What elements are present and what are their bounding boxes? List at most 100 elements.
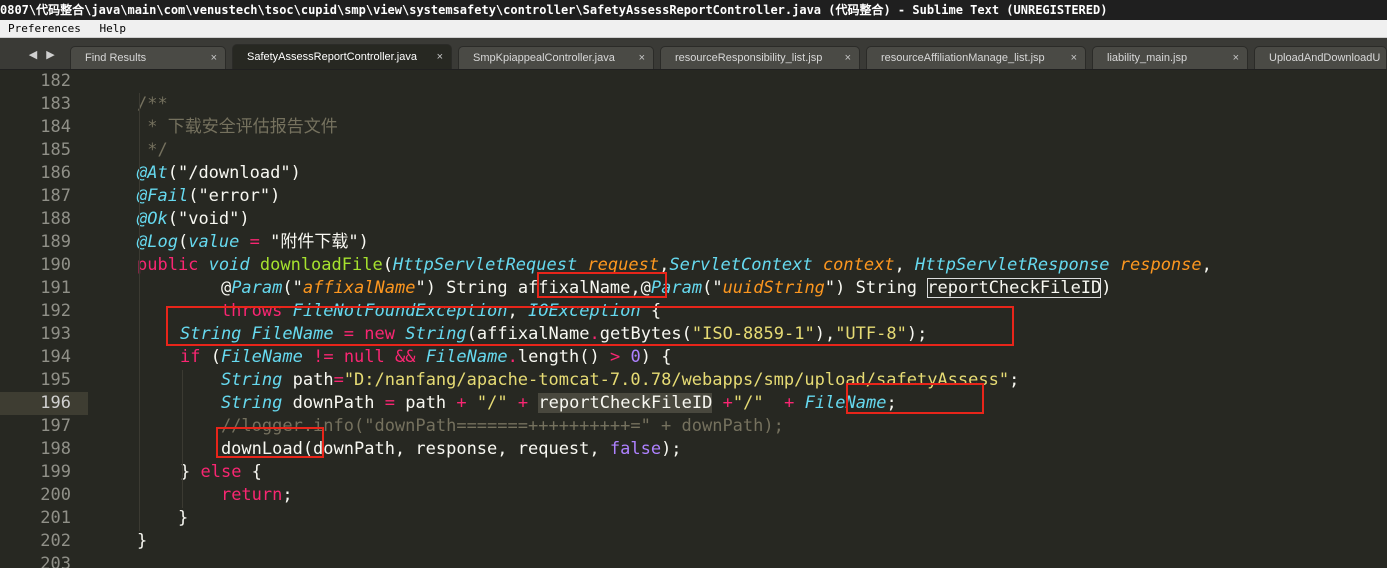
code-token: != (302, 347, 344, 367)
code-token: } (180, 462, 201, 482)
code-token: HttpServletResponse (915, 255, 1110, 275)
code-line[interactable]: 189 @Log(value = "附件下载") (0, 231, 1387, 254)
code-text: String downPath = path + "/" + reportChe… (180, 392, 897, 415)
tab-find-results[interactable]: Find Results × (70, 46, 226, 69)
close-icon[interactable]: × (1233, 47, 1239, 69)
code-token: false (609, 439, 662, 459)
code-token: } (137, 531, 148, 551)
code-line[interactable]: 197 //logger.info("downPath=======++++++… (0, 415, 1387, 438)
line-number: 188 (40, 209, 71, 229)
code-token: ( (382, 255, 393, 275)
code-text: @Fail("error") (137, 185, 280, 208)
code-line[interactable]: 187 @Fail("error") (0, 185, 1387, 208)
code-line[interactable]: 183 /** (0, 93, 1387, 116)
code-token: ServletContext (669, 255, 813, 275)
code-text: @At("/download") (137, 162, 301, 185)
code-token: ( (177, 232, 189, 252)
code-token: && (384, 347, 426, 367)
code-token: ) (270, 186, 281, 206)
code-token: return (220, 485, 283, 505)
code-line[interactable]: 195 String path="D:/nanfang/apache-tomca… (0, 369, 1387, 392)
code-line[interactable]: 199} else { (0, 461, 1387, 484)
line-number: 190 (40, 255, 71, 275)
tab-upload-and-download[interactable]: UploadAndDownloadU (1254, 46, 1387, 69)
code-line[interactable]: 185 */ (0, 139, 1387, 162)
code-text: @Log(value = "附件下载") (137, 231, 369, 254)
code-line[interactable]: 196 String downPath = path + "/" + repor… (0, 392, 1387, 415)
code-token: ) (358, 232, 369, 252)
code-token: ) (290, 163, 301, 183)
red-highlight-box (846, 383, 984, 414)
code-line[interactable]: 203 (0, 553, 1387, 568)
code-text: public void downloadFile(HttpServletRequ… (137, 254, 1212, 277)
tab-scroll-right-icon[interactable]: ▶ (44, 44, 58, 66)
code-token: "附件下载" (270, 232, 359, 252)
menu-help[interactable]: Help (91, 20, 130, 38)
code-token: + (456, 393, 467, 413)
tab-resource-affiliation-manage-list[interactable]: resourceAffiliationManage_list.jsp × (866, 46, 1086, 69)
tab-navigation: ◀ ▶ (26, 44, 66, 66)
code-token: (" (702, 278, 723, 298)
code-token: "/" (732, 393, 764, 413)
code-token: ) (1101, 278, 1112, 298)
code-line[interactable]: 190 public void downloadFile(HttpServletR… (0, 254, 1387, 277)
code-line[interactable]: 200 return; (0, 484, 1387, 507)
code-token: ( (200, 347, 221, 367)
window-title: 0807\代码整合\java\main\com\venustech\tsoc\c… (0, 0, 1387, 20)
code-line[interactable]: 198 downLoad(downPath, response, request… (0, 438, 1387, 461)
code-token: 0 (630, 347, 641, 367)
code-line[interactable]: 191 @Param("affixalName") String affixal… (0, 277, 1387, 300)
tab-smp-kpiappeal-controller[interactable]: SmpKpiappealController.java × (458, 46, 654, 69)
tab-label: SmpKpiappealController.java (473, 52, 615, 64)
tab-liability-main[interactable]: liability_main.jsp × (1092, 46, 1248, 69)
code-token: void (208, 255, 250, 275)
code-text: */ (137, 139, 167, 162)
line-number: 196 (40, 393, 71, 413)
code-token: = (333, 370, 344, 390)
code-token: + (517, 393, 529, 413)
code-token: null (343, 347, 385, 367)
line-number: 202 (40, 531, 71, 551)
code-token: /** (137, 94, 168, 114)
close-icon[interactable]: × (639, 47, 645, 69)
code-line[interactable]: 182 (0, 70, 1387, 93)
line-number: 201 (40, 508, 71, 528)
close-icon[interactable]: × (845, 47, 851, 69)
close-icon[interactable]: × (211, 47, 217, 69)
code-token: reportCheckFileID (927, 278, 1102, 298)
code-token: if (180, 347, 201, 367)
tab-safety-assess-report-controller[interactable]: SafetyAssessReportController.java × (232, 44, 452, 69)
tab-resource-responsibility-list[interactable]: resourceResponsibility_list.jsp × (660, 46, 860, 69)
line-number: 197 (40, 416, 71, 436)
line-number: 199 (40, 462, 71, 482)
tab-label: resourceAffiliationManage_list.jsp (881, 52, 1045, 64)
code-line[interactable]: 184 * 下载安全评估报告文件 (0, 116, 1387, 139)
code-editor[interactable]: 182 183/** 184 * 下载安全评估报告文件 185 */186 @At("/… (0, 70, 1387, 568)
code-token: String (220, 393, 283, 413)
code-token: * 下载安全评估报告文件 (137, 117, 338, 137)
code-line[interactable]: 202} (0, 530, 1387, 553)
line-number: 191 (40, 278, 71, 298)
menu-preferences[interactable]: Preferences (0, 20, 85, 38)
code-token: ); (661, 439, 682, 459)
code-line[interactable]: 188 @Ok("void") (0, 208, 1387, 231)
code-line[interactable]: 186 @At("/download") (0, 162, 1387, 185)
code-token: ; (1009, 370, 1020, 390)
code-line[interactable]: 201 } (0, 507, 1387, 530)
close-icon[interactable]: × (1071, 47, 1077, 69)
code-token: "error" (198, 186, 271, 206)
tab-label: liability_main.jsp (1107, 52, 1188, 64)
tab-scroll-left-icon[interactable]: ◀ (26, 44, 40, 66)
close-icon[interactable]: × (437, 45, 443, 69)
code-line[interactable]: 194 if (FileName != null && FileName.leng… (0, 346, 1387, 369)
line-number: 186 (40, 163, 71, 183)
